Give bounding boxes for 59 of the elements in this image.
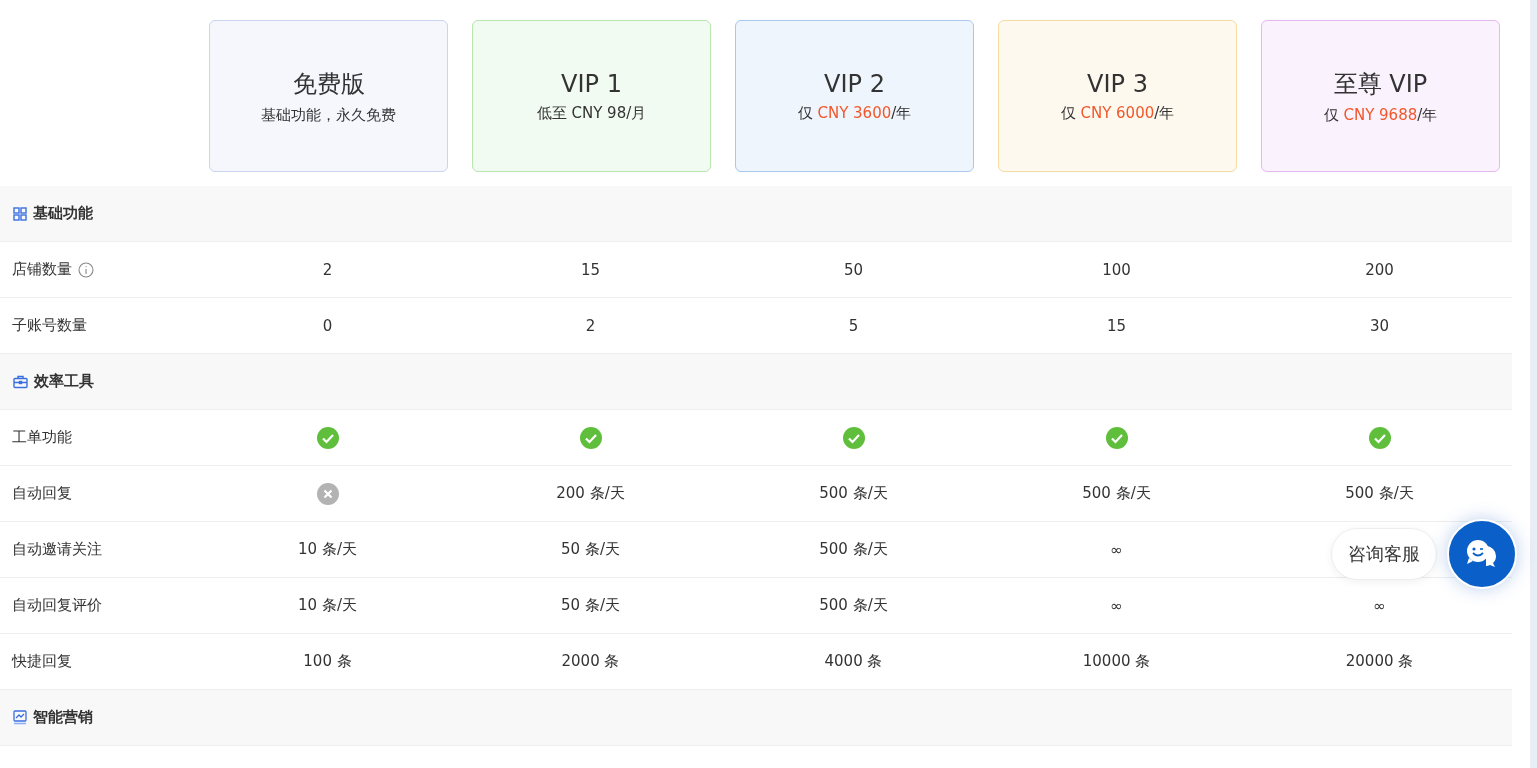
table-cell: 10 条/天 bbox=[298, 540, 357, 559]
feature-label: 快捷回复 bbox=[12, 652, 72, 671]
plan-title: VIP 3 bbox=[1087, 69, 1148, 98]
feature-label: 自动回复评价 bbox=[12, 596, 102, 615]
check-icon bbox=[579, 426, 602, 449]
section-title: 智能营销 bbox=[33, 708, 93, 727]
feature-label: 工单功能 bbox=[12, 428, 72, 447]
table-cell: 10 条/天 bbox=[298, 596, 357, 615]
table-cell: 4000 条 bbox=[824, 652, 883, 671]
feature-label: 子账号数量 bbox=[12, 316, 87, 335]
plan-title: 免费版 bbox=[292, 68, 365, 100]
table-cell: 2 bbox=[322, 260, 333, 279]
table-cell: 2 bbox=[585, 316, 596, 335]
feature-label: 自动邀请关注 bbox=[12, 540, 102, 559]
table-cell: 500 条/天 bbox=[819, 596, 888, 615]
table-cell: 20000 条 bbox=[1345, 652, 1414, 671]
table-cell: 500 条/天 bbox=[1345, 484, 1414, 503]
chat-button[interactable] bbox=[1447, 519, 1517, 589]
table-cell: 15 bbox=[580, 260, 601, 279]
check-icon bbox=[316, 426, 339, 449]
feature-label: 自动回复 bbox=[12, 484, 72, 503]
table-cell: 2000 条 bbox=[561, 652, 620, 671]
table-cell: 500 条/天 bbox=[1082, 484, 1151, 503]
support-button[interactable]: 咨询客服 bbox=[1331, 528, 1437, 580]
plan-price: 低至 CNY 98/月 bbox=[536, 103, 647, 123]
plan-price: 仅 CNY 6000/年 bbox=[1060, 103, 1175, 123]
section-title: 效率工具 bbox=[34, 372, 94, 391]
table-cell: 10000 条 bbox=[1082, 652, 1151, 671]
table-cell: 50 条/天 bbox=[561, 596, 620, 615]
table-cell: ∞ bbox=[1110, 596, 1123, 615]
table-cell: 30 bbox=[1369, 316, 1390, 335]
plan-price: 仅 CNY 9688/年 bbox=[1323, 105, 1438, 125]
table-cell: 50 bbox=[843, 260, 864, 279]
table-cell: 200 bbox=[1365, 260, 1394, 279]
table-cell: 500 条/天 bbox=[819, 540, 888, 559]
chart-icon bbox=[13, 710, 27, 725]
plan-title: VIP 2 bbox=[824, 69, 885, 98]
check-icon bbox=[1105, 426, 1128, 449]
table-cell: ∞ bbox=[1110, 540, 1123, 559]
plan-price: 仅 CNY 3600/年 bbox=[797, 103, 912, 123]
feature-label: 店铺数量 bbox=[12, 260, 72, 279]
briefcase-icon bbox=[13, 374, 28, 389]
grid-icon bbox=[13, 206, 27, 221]
table-cell: 100 bbox=[1102, 260, 1131, 279]
table-cell: 5 bbox=[848, 316, 859, 335]
plan-title: VIP 1 bbox=[561, 69, 622, 98]
plan-title: 至尊 VIP bbox=[1333, 68, 1428, 100]
table-cell: ∞ bbox=[1373, 596, 1386, 615]
table-cell: 50 条/天 bbox=[561, 540, 620, 559]
cross-icon bbox=[316, 482, 339, 505]
table-cell: 100 条 bbox=[303, 652, 352, 671]
section-title: 基础功能 bbox=[33, 204, 93, 223]
table-cell: 15 bbox=[1106, 316, 1127, 335]
table-cell: 200 条/天 bbox=[556, 484, 625, 503]
check-icon bbox=[842, 426, 865, 449]
table-cell: 500 条/天 bbox=[819, 484, 888, 503]
plan-price: 基础功能，永久免费 bbox=[261, 105, 396, 125]
check-icon bbox=[1368, 426, 1391, 449]
table-cell: 0 bbox=[322, 316, 333, 335]
